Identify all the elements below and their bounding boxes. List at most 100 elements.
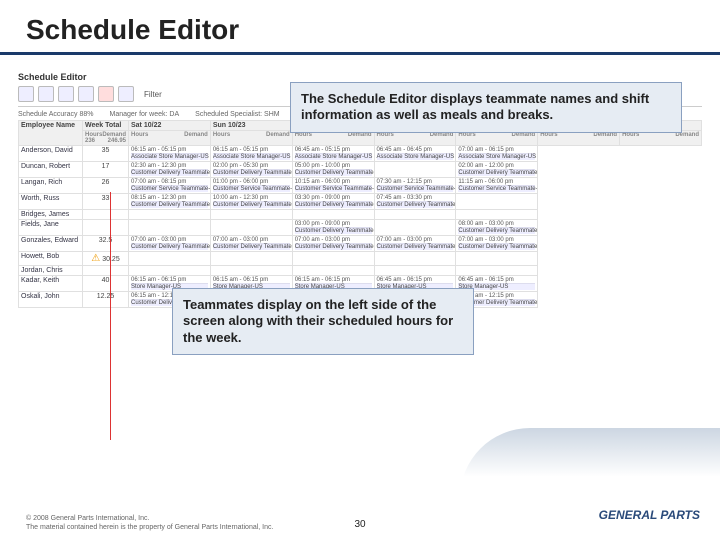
schedule-table: Employee NameWeek TotalSat 10/22Sun 10/2…: [18, 120, 702, 308]
employee-name[interactable]: Oskali, John: [19, 292, 83, 308]
col-week-sub: HoursDemand236246.95: [83, 131, 129, 146]
employee-hours: [83, 220, 129, 236]
shift-cell-empty[interactable]: [210, 220, 292, 236]
employee-hours: [83, 266, 129, 276]
col-week-total: Week Total: [83, 121, 129, 131]
toolbar-btn-4[interactable]: [78, 86, 94, 102]
scheduled-specialist: Scheduled Specialist: SHM: [195, 111, 279, 118]
confidential: The material contained herein is the pro…: [26, 524, 273, 532]
employee-name[interactable]: Howett, Bob: [19, 252, 83, 266]
shift-cell[interactable]: 07:00 am - 03:00 pmCustomer Delivery Tea…: [129, 236, 211, 252]
shift-cell-empty[interactable]: [456, 252, 538, 266]
shift-cell-empty[interactable]: [129, 220, 211, 236]
col-employee: Employee Name: [19, 121, 83, 146]
employee-name[interactable]: Worth, Russ: [19, 194, 83, 210]
table-row[interactable]: Anderson, David3506:15 am - 05:15 pmAsso…: [19, 146, 702, 162]
shift-cell[interactable]: 07:00 am - 06:15 pmAssociate Store Manag…: [456, 146, 538, 162]
shift-cell[interactable]: 06:45 am - 06:45 pmAssociate Store Manag…: [374, 146, 456, 162]
shift-cell-empty[interactable]: [292, 252, 374, 266]
shift-cell[interactable]: 08:00 am - 03:00 pmCustomer Delivery Tea…: [456, 220, 538, 236]
table-row[interactable]: Gonzales, Edward32.507:00 am - 03:00 pmC…: [19, 236, 702, 252]
table-row[interactable]: Fields, Jane 03:00 pm - 09:00 pmCustomer …: [19, 220, 702, 236]
col-day: Sun 10/23: [210, 121, 292, 131]
employee-name[interactable]: Duncan, Robert: [19, 162, 83, 178]
shift-cell[interactable]: 06:15 am - 05:15 pmAssociate Store Manag…: [129, 146, 211, 162]
toolbar-btn-3[interactable]: [58, 86, 74, 102]
shift-cell-empty[interactable]: [292, 210, 374, 220]
shift-cell[interactable]: 07:00 am - 03:00 pmCustomer Delivery Tea…: [210, 236, 292, 252]
shift-cell-empty[interactable]: [374, 252, 456, 266]
footer: © 2008 General Parts International, Inc.…: [26, 515, 273, 532]
shift-cell-empty[interactable]: [129, 252, 211, 266]
shift-cell-empty[interactable]: [210, 266, 292, 276]
shift-cell[interactable]: 10:15 am - 06:00 pmCustomer Service Team…: [292, 178, 374, 194]
callout-top: The Schedule Editor displays teammate na…: [290, 82, 682, 133]
toolbar-btn-2[interactable]: [38, 86, 54, 102]
shift-cell-empty[interactable]: [456, 266, 538, 276]
employee-name[interactable]: Langan, Rich: [19, 178, 83, 194]
table-row[interactable]: Worth, Russ3308:15 am - 12:30 pmCustomer…: [19, 194, 702, 210]
shift-cell[interactable]: 10:00 am - 12:30 pmCustomer Delivery Tea…: [210, 194, 292, 210]
toolbar-btn-6[interactable]: [118, 86, 134, 102]
shift-cell[interactable]: 03:30 pm - 09:00 pmCustomer Delivery Tea…: [292, 194, 374, 210]
employee-hours: 40: [83, 276, 129, 292]
table-row[interactable]: Howett, Bob⚠ 30.25: [19, 252, 702, 266]
filter-label[interactable]: Filter: [138, 90, 162, 99]
employee-name[interactable]: Kadar, Keith: [19, 276, 83, 292]
col-day-sub: HoursDemand: [210, 131, 292, 146]
employee-name[interactable]: Gonzales, Edward: [19, 236, 83, 252]
shift-cell[interactable]: 07:45 am - 03:30 pmCustomer Delivery Tea…: [374, 194, 456, 210]
toolbar-btn-delete[interactable]: [98, 86, 114, 102]
shift-cell[interactable]: 02:00 pm - 05:30 pmCustomer Delivery Tea…: [210, 162, 292, 178]
shift-cell[interactable]: 07:00 am - 03:00 pmCustomer Delivery Tea…: [292, 236, 374, 252]
shift-cell[interactable]: 07:00 am - 03:00 pmCustomer Delivery Tea…: [374, 236, 456, 252]
shift-cell-empty[interactable]: [374, 266, 456, 276]
shift-cell[interactable]: 06:45 am - 05:15 pmAssociate Store Manag…: [292, 146, 374, 162]
schedule-accuracy: Schedule Accuracy 88%: [18, 111, 94, 118]
shift-cell[interactable]: 07:30 am - 12:15 pmCustomer Service Team…: [374, 178, 456, 194]
table-row[interactable]: Bridges, James: [19, 210, 702, 220]
employee-name[interactable]: Jordan, Chris: [19, 266, 83, 276]
shift-cell[interactable]: 03:00 pm - 09:00 pmCustomer Delivery Tea…: [292, 220, 374, 236]
table-row[interactable]: Duncan, Robert1702:30 am - 12:30 pmCusto…: [19, 162, 702, 178]
col-day-sub: HoursDemand: [620, 131, 702, 146]
shift-cell-empty[interactable]: [374, 162, 456, 178]
shift-cell[interactable]: 07:00 am - 03:00 pmCustomer Delivery Tea…: [456, 236, 538, 252]
table-row[interactable]: Jordan, Chris: [19, 266, 702, 276]
col-day-sub: HoursDemand: [292, 131, 374, 146]
employee-name[interactable]: Anderson, David: [19, 146, 83, 162]
col-day: Sat 10/22: [129, 121, 211, 131]
manager-week: Manager for week: DA: [110, 111, 180, 118]
shift-cell-empty[interactable]: [456, 194, 538, 210]
shift-cell[interactable]: 11:15 am - 06:00 pmCustomer Service Team…: [456, 178, 538, 194]
employee-hours: 32.5: [83, 236, 129, 252]
shift-cell[interactable]: 01:00 pm - 06:00 pmCustomer Service Team…: [210, 178, 292, 194]
shift-cell-empty[interactable]: [456, 210, 538, 220]
shift-cell-empty[interactable]: [129, 210, 211, 220]
shift-cell[interactable]: 08:15 am - 12:30 pmCustomer Delivery Tea…: [129, 194, 211, 210]
shift-cell-empty[interactable]: [292, 266, 374, 276]
employee-name[interactable]: Fields, Jane: [19, 220, 83, 236]
shift-cell-empty[interactable]: [374, 210, 456, 220]
copyright: © 2008 General Parts International, Inc.: [26, 515, 273, 523]
warning-icon: ⚠: [91, 253, 100, 264]
shift-cell-empty[interactable]: [129, 266, 211, 276]
col-day-sub: HoursDemand: [538, 131, 620, 146]
shift-cell[interactable]: 02:30 am - 12:30 pmCustomer Delivery Tea…: [129, 162, 211, 178]
shift-cell[interactable]: 06:15 am - 05:15 pmAssociate Store Manag…: [210, 146, 292, 162]
table-row[interactable]: Langan, Rich2607:00 am - 08:15 pmCustome…: [19, 178, 702, 194]
shift-cell[interactable]: 05:00 pm - 10:00 pmCustomer Delivery Tea…: [292, 162, 374, 178]
shift-cell-empty[interactable]: [374, 220, 456, 236]
col-day-sub: HoursDemand: [374, 131, 456, 146]
shift-cell[interactable]: 07:00 am - 08:15 pmCustomer Service Team…: [129, 178, 211, 194]
shift-cell[interactable]: 02:00 am - 12:00 pmCustomer Delivery Tea…: [456, 162, 538, 178]
employee-hours: 17: [83, 162, 129, 178]
employee-name[interactable]: Bridges, James: [19, 210, 83, 220]
employee-hours: 12.25: [83, 292, 129, 308]
callout-mid: Teammates display on the left side of th…: [172, 288, 474, 355]
logo: GENERAL PARTS: [599, 508, 700, 522]
shift-cell-empty[interactable]: [210, 210, 292, 220]
annotation-line: [110, 192, 111, 440]
toolbar-btn-1[interactable]: [18, 86, 34, 102]
shift-cell-empty[interactable]: [210, 252, 292, 266]
